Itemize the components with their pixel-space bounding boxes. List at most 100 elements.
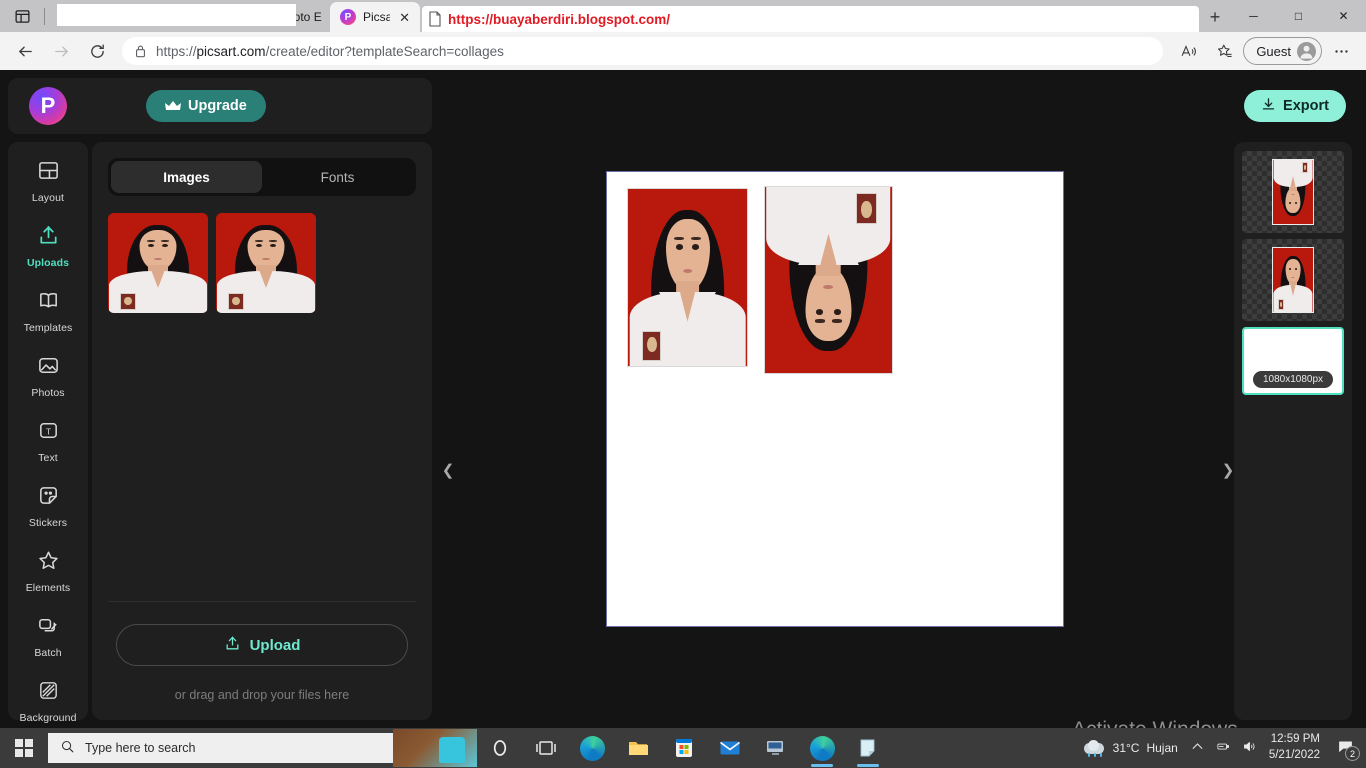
canvas-photo-flipped[interactable] bbox=[764, 186, 893, 374]
taskbar-clock[interactable]: 12:59 PM 5/21/2022 bbox=[1269, 732, 1320, 763]
remote-desktop-icon[interactable] bbox=[753, 728, 799, 768]
weather-temp: 31°C bbox=[1112, 741, 1140, 755]
download-icon bbox=[1261, 97, 1276, 116]
picsart-logo[interactable]: P bbox=[29, 87, 67, 125]
portrait-upright bbox=[628, 189, 747, 366]
sidebar-item-label: Stickers bbox=[28, 517, 68, 529]
text-icon: T bbox=[37, 419, 60, 447]
back-icon[interactable] bbox=[8, 36, 42, 66]
new-tab-button[interactable]: + bbox=[1199, 2, 1231, 32]
upgrade-button[interactable]: Upgrade bbox=[146, 90, 266, 122]
layers-panel: 1080x1080px bbox=[1234, 142, 1352, 720]
portrait-flipped bbox=[765, 187, 892, 373]
photos-icon bbox=[37, 354, 60, 382]
sidebar-item-label: Layout bbox=[31, 192, 65, 204]
search-icon bbox=[60, 739, 75, 757]
sidebar-item-layout[interactable]: Layout bbox=[13, 154, 83, 209]
reload-icon[interactable] bbox=[80, 36, 114, 66]
profile-label: Guest bbox=[1256, 43, 1291, 59]
layer-thumbnail bbox=[1272, 247, 1314, 313]
drag-drop-hint: or drag and drop your files here bbox=[174, 688, 350, 702]
sidebar-item-text[interactable]: T Text bbox=[13, 414, 83, 469]
sidebar-item-stickers[interactable]: Stickers bbox=[13, 479, 83, 534]
minimize-button[interactable]: ─ bbox=[1231, 0, 1276, 32]
sidebar-item-batch[interactable]: Batch bbox=[13, 609, 83, 664]
edge-icon-2[interactable] bbox=[799, 728, 845, 768]
sidebar-item-photos[interactable]: Photos bbox=[13, 349, 83, 404]
layer-photo-flipped[interactable] bbox=[1242, 151, 1344, 233]
address-bar[interactable]: https://picsart.com/create/editor?templa… bbox=[122, 37, 1164, 65]
layer-photo-upright[interactable] bbox=[1242, 239, 1344, 321]
portrait-photo-2 bbox=[216, 213, 316, 313]
browser-tab-2[interactable]: P Picsa ✕ bbox=[330, 2, 420, 32]
sidebar-item-background[interactable]: Background bbox=[13, 674, 83, 729]
microsoft-store-icon[interactable] bbox=[661, 728, 707, 768]
sidebar-item-label: Photos bbox=[31, 387, 65, 399]
sidebar-item-uploads[interactable]: Uploads bbox=[13, 219, 83, 274]
editor-canvas[interactable] bbox=[606, 171, 1064, 627]
screen: P Photo Ed P Picsa ✕ https://buayaberdir… bbox=[0, 0, 1366, 768]
profile-button[interactable]: Guest bbox=[1243, 37, 1322, 65]
tool-sidebar: Layout Uploads Templates Photos T Text S… bbox=[8, 142, 88, 724]
volume-icon[interactable] bbox=[1242, 739, 1257, 757]
sticky-notes-icon[interactable] bbox=[845, 728, 891, 768]
url-tab[interactable]: https://buayaberdiri.blogspot.com/ bbox=[422, 6, 1199, 32]
taskbar-search-input[interactable]: Type here to search bbox=[48, 733, 393, 763]
sidebar-item-label: Elements bbox=[25, 582, 71, 594]
task-view-icon[interactable] bbox=[523, 728, 569, 768]
sidebar-item-elements[interactable]: Elements bbox=[13, 544, 83, 599]
chevron-left-icon[interactable]: ❮ bbox=[439, 445, 457, 495]
tab-images[interactable]: Images bbox=[111, 161, 262, 193]
uploads-grid bbox=[92, 196, 432, 313]
forward-icon[interactable] bbox=[44, 36, 78, 66]
weather-widget[interactable] bbox=[393, 729, 477, 767]
taskbar-weather[interactable]: 31°C Hujan bbox=[1083, 740, 1178, 757]
notification-count: 2 bbox=[1345, 746, 1360, 761]
edge-icon[interactable] bbox=[569, 728, 615, 768]
show-hidden-icons[interactable] bbox=[1190, 739, 1205, 757]
upload-button-label: Upload bbox=[249, 636, 301, 654]
picsart-icon: P bbox=[340, 9, 356, 25]
sidebar-item-label: Templates bbox=[23, 322, 73, 334]
read-aloud-icon[interactable] bbox=[1171, 36, 1205, 66]
tab-overlay-redaction bbox=[57, 4, 296, 26]
more-icon[interactable] bbox=[1324, 36, 1358, 66]
uploads-panel: Images Fonts Upload or drag and drop you… bbox=[92, 142, 432, 720]
windows-start-icon[interactable] bbox=[0, 728, 48, 768]
panel-tabs: Images Fonts bbox=[108, 158, 416, 196]
clock-time: 12:59 PM bbox=[1270, 733, 1320, 746]
upload-thumbnail[interactable] bbox=[216, 213, 316, 313]
rain-cloud-icon bbox=[1083, 740, 1106, 757]
address-text: https://picsart.com/create/editor?templa… bbox=[156, 43, 504, 59]
notifications-button[interactable]: 2 bbox=[1332, 738, 1360, 761]
divider bbox=[108, 601, 416, 602]
person-icon bbox=[1297, 41, 1316, 61]
canvas-size-badge: 1080x1080px bbox=[1252, 371, 1334, 388]
templates-icon bbox=[37, 289, 60, 317]
favorites-icon[interactable] bbox=[1207, 36, 1241, 66]
network-icon[interactable] bbox=[1216, 739, 1231, 757]
url-tab-text: https://buayaberdiri.blogspot.com/ bbox=[448, 11, 671, 27]
maximize-button[interactable]: □ bbox=[1276, 0, 1321, 32]
close-icon[interactable]: ✕ bbox=[397, 11, 412, 24]
upgrade-label: Upgrade bbox=[188, 98, 247, 114]
upload-button[interactable]: Upload bbox=[116, 624, 408, 666]
export-button[interactable]: Export bbox=[1244, 90, 1346, 122]
layer-background[interactable]: 1080x1080px bbox=[1242, 327, 1344, 395]
file-explorer-icon[interactable] bbox=[615, 728, 661, 768]
mail-icon[interactable] bbox=[707, 728, 753, 768]
cortana-icon[interactable] bbox=[477, 728, 523, 768]
sidebar-item-label: Batch bbox=[34, 647, 62, 659]
close-window-button[interactable]: ✕ bbox=[1321, 0, 1366, 32]
weather-desc: Hujan bbox=[1146, 741, 1178, 755]
crown-icon bbox=[165, 100, 181, 112]
sidebar-item-templates[interactable]: Templates bbox=[13, 284, 83, 339]
tab-fonts[interactable]: Fonts bbox=[262, 161, 413, 193]
tab-search-button[interactable] bbox=[0, 0, 44, 32]
browser-toolbar: https://picsart.com/create/editor?templa… bbox=[0, 32, 1366, 70]
upload-thumbnail[interactable] bbox=[108, 213, 208, 313]
stickers-icon bbox=[37, 484, 60, 512]
lock-icon bbox=[134, 44, 147, 58]
portrait-upright-mini bbox=[1273, 248, 1313, 312]
canvas-photo-upright[interactable] bbox=[627, 188, 748, 367]
